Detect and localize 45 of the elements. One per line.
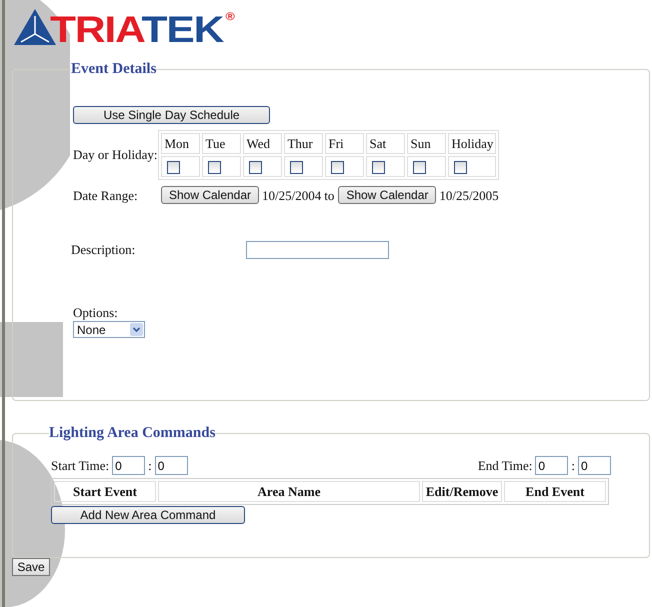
description-field[interactable] — [246, 241, 389, 259]
end-hour-field[interactable]: 0 — [535, 456, 568, 475]
date-range-label: Date Range: — [73, 188, 139, 204]
description-label: Description: — [71, 242, 136, 258]
day-header: Wed — [243, 133, 282, 154]
day-or-holiday-label: Day or Holiday: — [73, 147, 158, 163]
colon-label: : — [148, 458, 152, 474]
single-day-schedule-button[interactable]: Use Single Day Schedule — [73, 106, 270, 124]
column-header: Edit/Remove — [422, 481, 502, 502]
start-hour-field[interactable]: 0 — [112, 456, 146, 475]
day-checkbox[interactable] — [372, 161, 386, 174]
section-title: Event Details — [71, 61, 156, 78]
day-header: Holiday — [448, 133, 496, 154]
day-header: Sun — [407, 133, 446, 154]
show-calendar-button[interactable]: Show Calendar — [161, 186, 259, 204]
start-date: 10/25/2004 — [262, 188, 322, 204]
add-area-command-button[interactable]: Add New Area Command — [51, 506, 245, 524]
day-checkbox[interactable] — [167, 161, 180, 174]
day-checkbox[interactable] — [413, 161, 426, 174]
day-checkbox[interactable] — [290, 161, 304, 174]
day-checkbox[interactable] — [331, 161, 344, 174]
day-header: Mon — [161, 133, 200, 154]
day-header: Sat — [366, 133, 406, 154]
day-header: Thur — [284, 133, 324, 154]
options-label: Options: — [73, 305, 119, 321]
to-label: to — [324, 188, 334, 204]
column-header: Area Name — [158, 481, 420, 502]
save-button[interactable]: Save — [12, 558, 50, 576]
end-minute-field[interactable]: 0 — [578, 456, 611, 475]
day-header: Fri — [325, 133, 364, 154]
show-calendar-button[interactable]: Show Calendar — [338, 186, 436, 204]
options-dropdown[interactable]: None — [73, 321, 145, 338]
logo-wordmark: TRIATEK$^{®}$ — [50, 10, 234, 50]
start-time-label: Start Time: — [51, 458, 110, 474]
column-header: Start Event — [54, 481, 156, 502]
colon-label: : — [571, 458, 575, 474]
day-checkbox[interactable] — [249, 161, 262, 174]
day-header: Tue — [202, 133, 242, 154]
start-minute-field[interactable]: 0 — [154, 456, 188, 475]
day-checkbox[interactable] — [454, 161, 468, 174]
end-time-label: End Time: — [478, 458, 532, 474]
end-date: 10/25/2005 — [439, 188, 499, 204]
section-title: Lighting Area Commands — [49, 425, 216, 442]
day-checkbox[interactable] — [208, 161, 222, 174]
column-header: End Event — [504, 481, 606, 502]
